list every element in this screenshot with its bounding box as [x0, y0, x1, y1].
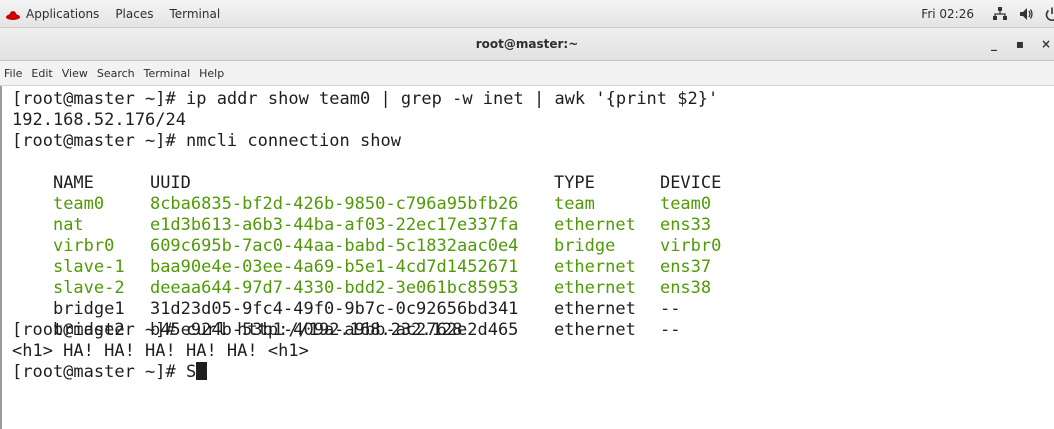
terminal-line: <h1> HA! HA! HA! HA! HA! <h1> [12, 341, 309, 361]
top-panel: Applications Places Terminal Fri 02:26 [0, 0, 1054, 28]
connection-type: ethernet [553, 278, 636, 298]
menu-view[interactable]: View [62, 67, 88, 80]
connection-name: bridge1 [52, 299, 125, 319]
terminal-app-menu[interactable]: Terminal [169, 7, 220, 21]
top-panel-left: Applications Places Terminal [6, 0, 236, 28]
menu-help[interactable]: Help [199, 67, 224, 80]
applications-menu[interactable]: Applications [6, 7, 99, 21]
connection-type: ethernet [553, 257, 636, 277]
network-icon[interactable] [992, 6, 1008, 22]
menu-terminal[interactable]: Terminal [144, 67, 191, 80]
volume-icon[interactable] [1018, 6, 1034, 22]
menu-file[interactable]: File [4, 67, 22, 80]
clock[interactable]: Fri 02:26 [921, 7, 974, 21]
connection-device: ens37 [659, 257, 712, 277]
window-titlebar[interactable]: root@master:~ _ ▪ × [0, 28, 1054, 61]
header-name: NAME [52, 173, 94, 193]
text-cursor [196, 362, 208, 380]
connection-type: ethernet [553, 299, 636, 319]
connection-uuid: 8cba6835-bf2d-426b-9850-c796a95bfb26 [149, 194, 519, 214]
connection-type: ethernet [553, 215, 636, 235]
header-uuid: UUID [149, 173, 191, 193]
top-panel-right: Fri 02:26 [921, 0, 1054, 28]
header-device: DEVICE [659, 173, 722, 193]
connection-name: slave-1 [52, 257, 125, 277]
connection-uuid: e1d3b613-a6b3-44ba-af03-22ec17e337fa [149, 215, 519, 235]
terminal-line: 192.168.52.176/24 [12, 110, 186, 130]
connection-uuid: deeaa644-97d7-4330-bdd2-3e061bc85953 [149, 278, 519, 298]
connection-device: ens38 [659, 278, 712, 298]
connection-uuid: baa90e4e-03ee-4a69-b5e1-4cd7d1452671 [149, 257, 519, 277]
power-icon[interactable] [1044, 6, 1054, 22]
terminal-line: [root@master ~]# nmcli connection show [12, 131, 401, 151]
close-button[interactable]: × [1037, 36, 1054, 52]
header-type: TYPE [553, 173, 595, 193]
connection-uuid: 609c695b-7ac0-44aa-babd-5c1832aac0e4 [149, 236, 519, 256]
minimize-button[interactable]: _ [985, 36, 1003, 52]
menu-edit[interactable]: Edit [31, 67, 52, 80]
terminal-menubar: File Edit View Search Terminal Help [0, 61, 1054, 86]
connection-device: -- [659, 299, 681, 319]
connection-name: virbr0 [52, 236, 115, 256]
connection-name: nat [52, 215, 84, 235]
connection-type: bridge [553, 236, 616, 256]
terminal-prompt: [root@master ~]# S [12, 362, 197, 382]
redhat-icon [6, 9, 20, 20]
connection-name: slave-2 [52, 278, 125, 298]
terminal-line: [root@master ~]# ip addr show team0 | gr… [12, 89, 719, 109]
applications-label: Applications [26, 7, 100, 21]
terminal-output[interactable]: [root@master ~]# ip addr show team0 | gr… [0, 86, 1054, 429]
connection-type: ethernet [553, 320, 636, 340]
connection-device: -- [659, 320, 681, 340]
places-menu[interactable]: Places [115, 7, 153, 21]
connection-device: virbr0 [659, 236, 722, 256]
window-title: root@master:~ [475, 37, 579, 51]
connection-type: team [553, 194, 595, 214]
connection-device: team0 [659, 194, 712, 214]
connection-device: ens33 [659, 215, 712, 235]
maximize-button[interactable]: ▪ [1011, 36, 1029, 52]
connection-table-header: NAME UUID TYPE DEVICE [12, 152, 1054, 193]
terminal-prompt-line[interactable]: [root@master ~]# S [12, 362, 1054, 383]
menu-search[interactable]: Search [97, 67, 135, 80]
connection-name: team0 [52, 194, 105, 214]
connection-uuid: 31d23d05-9fc4-49f0-9b7c-0c92656bd341 [149, 299, 519, 319]
